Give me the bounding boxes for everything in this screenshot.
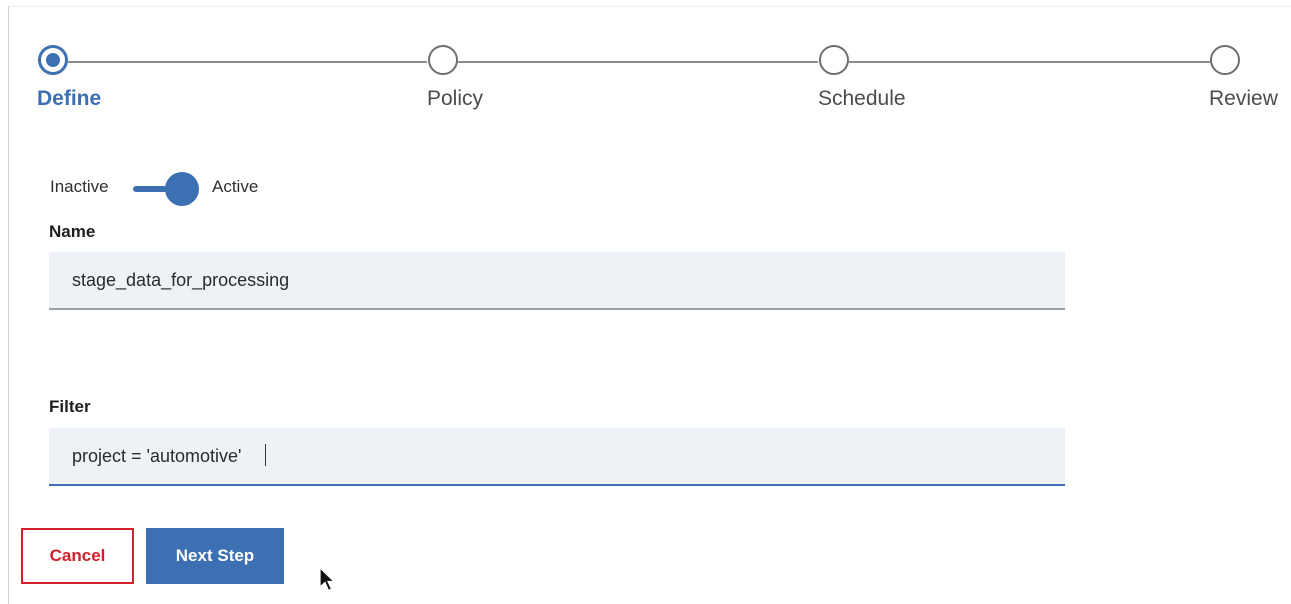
- step-review-indicator-icon[interactable]: [1210, 45, 1240, 75]
- mouse-pointer-icon: [319, 567, 336, 592]
- step-schedule-label[interactable]: Schedule: [818, 87, 906, 111]
- step-policy-indicator-icon[interactable]: [428, 45, 458, 75]
- toggle-knob[interactable]: [165, 172, 199, 206]
- name-input[interactable]: [49, 252, 1065, 308]
- step-connector: [458, 61, 818, 63]
- step-review-label[interactable]: Review: [1209, 87, 1278, 111]
- cancel-button[interactable]: Cancel: [21, 528, 134, 584]
- step-define-label[interactable]: Define: [37, 87, 101, 111]
- text-caret: [265, 444, 266, 466]
- name-field-label: Name: [49, 222, 96, 241]
- filter-field[interactable]: [49, 428, 1065, 486]
- filter-field-label: Filter: [49, 397, 91, 416]
- filter-input[interactable]: [49, 428, 1065, 484]
- step-policy-label[interactable]: Policy: [427, 87, 483, 111]
- toggle-on-label: Active: [212, 177, 259, 196]
- step-schedule-indicator-icon[interactable]: [819, 45, 849, 75]
- step-connector: [849, 61, 1210, 63]
- step-connector: [68, 61, 427, 63]
- toggle-off-label: Inactive: [50, 177, 109, 196]
- step-define-indicator-icon[interactable]: [38, 45, 68, 75]
- name-field[interactable]: [49, 252, 1065, 310]
- next-step-button[interactable]: Next Step: [146, 528, 284, 584]
